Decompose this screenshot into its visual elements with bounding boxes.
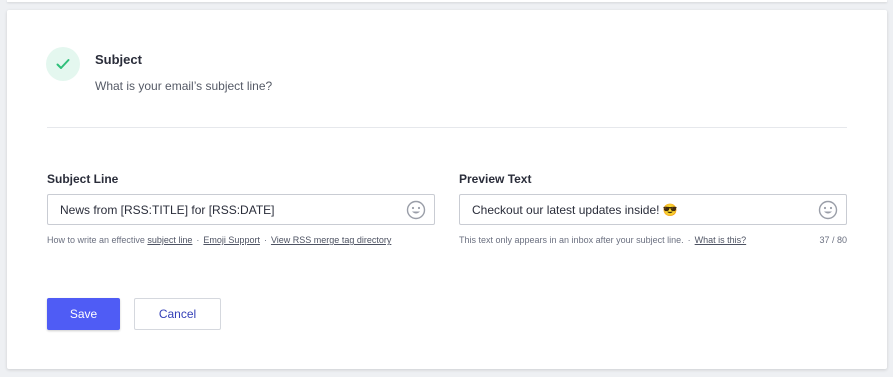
separator: · [263, 235, 267, 245]
step-complete-badge [46, 47, 80, 81]
what-is-this-link[interactable]: What is this? [695, 235, 747, 245]
subject-line-value: News from [RSS:TITLE] for [RSS:DATE] [60, 203, 275, 217]
subject-line-help-link[interactable]: subject line [147, 235, 192, 245]
check-icon [56, 59, 70, 69]
emoji-picker-button[interactable] [818, 200, 838, 220]
subject-step-card: Subject What is your email’s subject lin… [7, 10, 887, 369]
step-description: What is your email’s subject line? [95, 79, 273, 93]
emoji-support-link[interactable]: Emoji Support [203, 235, 260, 245]
step-title: Subject [95, 52, 142, 67]
preview-text-help: This text only appears in an inbox after… [459, 235, 746, 245]
emoji-picker-button[interactable] [406, 200, 426, 220]
separator: · [196, 235, 200, 245]
rss-merge-tag-link[interactable]: View RSS merge tag directory [271, 235, 391, 245]
subject-line-help: How to write an effective subject line · E… [47, 235, 391, 245]
subject-line-input[interactable]: News from [RSS:TITLE] for [RSS:DATE] [47, 194, 435, 225]
preview-text-value: Checkout our latest updates inside! 😎 [472, 203, 678, 217]
previous-card-edge [7, 0, 887, 2]
preview-text-input[interactable]: Checkout our latest updates inside! 😎 [459, 194, 847, 225]
save-button[interactable]: Save [47, 298, 120, 330]
help-text: This text only appears in an inbox after… [459, 235, 684, 245]
preview-text-label: Preview Text [459, 172, 532, 186]
cancel-button[interactable]: Cancel [134, 298, 221, 330]
separator: · [687, 235, 691, 245]
smiley-icon [406, 200, 426, 220]
divider [47, 127, 847, 128]
help-text: How to write an effective [47, 235, 148, 245]
smiley-icon [818, 200, 838, 220]
subject-line-label: Subject Line [47, 172, 119, 186]
character-counter: 37 / 80 [819, 235, 847, 245]
